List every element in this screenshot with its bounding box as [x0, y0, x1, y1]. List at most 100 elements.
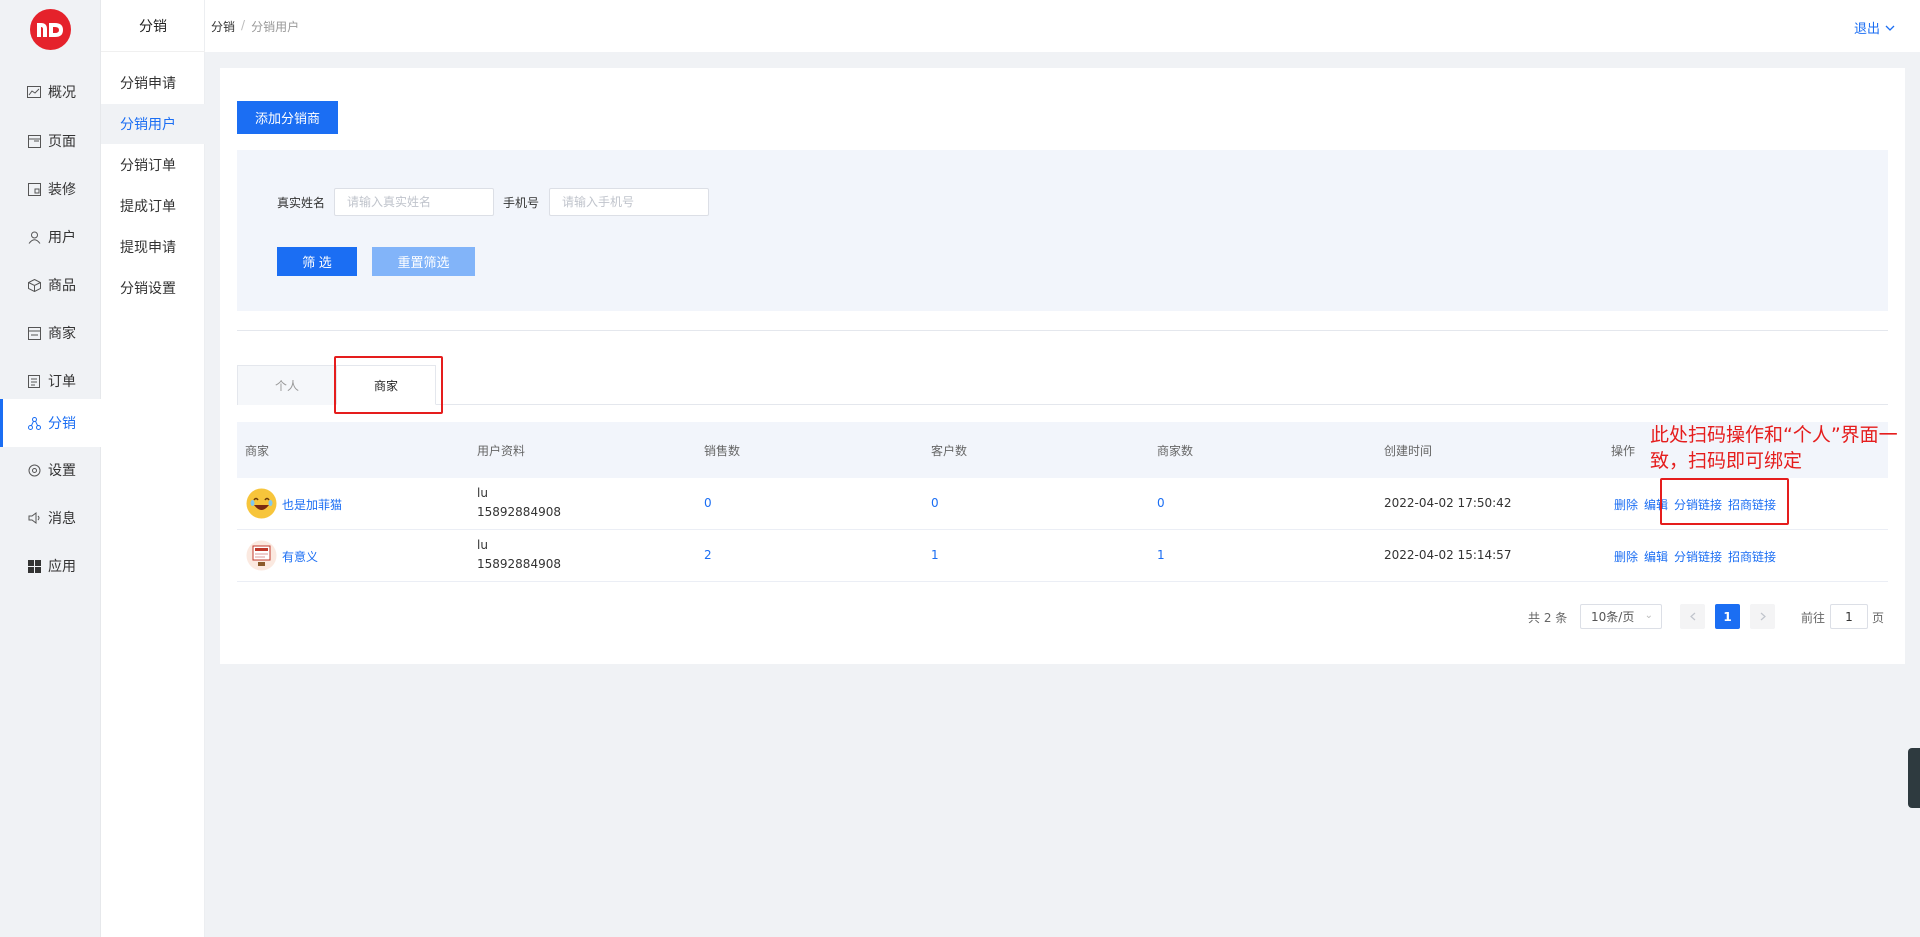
- order-icon: [26, 373, 42, 389]
- merchant-avatar: [246, 540, 277, 571]
- box-icon: [26, 277, 42, 293]
- logout-dropdown[interactable]: 退出: [1854, 18, 1895, 37]
- column-header: 操作: [1611, 444, 1636, 458]
- nav-item-label: 设置: [48, 463, 76, 479]
- breadcrumb-item[interactable]: 分销: [211, 18, 235, 35]
- delete-link[interactable]: 删除: [1614, 496, 1638, 513]
- chevron-down-icon: [1885, 20, 1895, 35]
- sales-count-link[interactable]: 0: [704, 496, 712, 510]
- user-phone: 15892884908: [477, 505, 561, 519]
- filter-button[interactable]: 筛 选: [277, 247, 357, 276]
- nav-item-label: 用户: [48, 230, 76, 246]
- line-chart-icon: [26, 84, 42, 100]
- column-header: 客户数: [931, 444, 968, 458]
- nav-item-label: 商家: [48, 326, 76, 342]
- table-row: 也是加菲猫 lu 15892884908 0 0 0 2022-04-02 17…: [237, 478, 1888, 530]
- delete-link[interactable]: 删除: [1614, 548, 1638, 565]
- user-name: lu: [477, 486, 488, 500]
- column-header: 创建时间: [1384, 444, 1433, 458]
- customer-count-link[interactable]: 1: [931, 548, 939, 562]
- phone-label: 手机号: [503, 196, 540, 210]
- annotation-highlight-link-actions: [1660, 478, 1789, 525]
- nav-item-apps[interactable]: 应用: [0, 542, 101, 590]
- sub-menu-title: 分销: [101, 0, 205, 52]
- nav-item-orders[interactable]: 订单: [0, 357, 101, 405]
- tab-personal[interactable]: 个人: [237, 365, 337, 405]
- nav-item-label: 页面: [48, 134, 76, 150]
- sub-item-distribution-orders[interactable]: 分销订单: [101, 145, 205, 185]
- goto-page-input[interactable]: [1830, 604, 1868, 629]
- page-size-value: 10条/页: [1591, 610, 1635, 624]
- message-icon: [26, 510, 42, 526]
- table-header: 商家 用户资料 销售数 客户数 商家数 创建时间 操作: [237, 422, 1888, 478]
- next-page-button[interactable]: [1750, 604, 1775, 629]
- nav-item-users[interactable]: 用户: [0, 213, 101, 261]
- nav-item-messages[interactable]: 消息: [0, 494, 101, 542]
- sub-item-distribution-users[interactable]: 分销用户: [101, 104, 205, 144]
- created-time: 2022-04-02 15:14:57: [1384, 548, 1512, 562]
- page-icon: [26, 133, 42, 149]
- real-name-label: 真实姓名: [277, 196, 326, 210]
- nav-item-distribution[interactable]: 分销: [0, 399, 101, 447]
- column-header: 用户资料: [477, 444, 526, 458]
- nav-item-label: 订单: [48, 374, 76, 390]
- merchant-count-link[interactable]: 0: [1157, 496, 1165, 510]
- sub-menu: 分销 分销申请 分销用户 分销订单 提成订单 提现申请 分销设置: [101, 0, 205, 937]
- user-icon: [26, 229, 42, 245]
- top-header: 分销 / 分销用户 退出: [205, 0, 1920, 52]
- breadcrumb-current: 分销用户: [251, 20, 300, 34]
- column-header: 销售数: [704, 444, 741, 458]
- logo-mark-icon: [36, 22, 63, 37]
- user-name: lu: [477, 538, 488, 552]
- page-size-select[interactable]: 10条/页 ⌄: [1580, 604, 1662, 629]
- merchant-name-link[interactable]: 有意义: [282, 548, 318, 565]
- breadcrumb-separator: /: [241, 18, 246, 32]
- distribution-link-button[interactable]: 分销链接: [1674, 548, 1722, 565]
- decorate-icon: [26, 181, 42, 197]
- nav-item-pages[interactable]: 页面: [0, 117, 101, 165]
- nav-item-decorate[interactable]: 装修: [0, 165, 101, 213]
- created-time: 2022-04-02 17:50:42: [1384, 496, 1512, 510]
- content-panel: 添加分销商 真实姓名 手机号 筛 选 重置筛选 个人 商家 商家 用户资料 销售…: [220, 68, 1905, 664]
- column-header: 商家数: [1157, 444, 1194, 458]
- filter-form: 真实姓名 手机号 筛 选 重置筛选: [237, 150, 1888, 311]
- pagination-total: 共 2 条: [1528, 611, 1568, 625]
- nav-item-label: 应用: [48, 559, 76, 575]
- sub-item-distribution-settings[interactable]: 分销设置: [101, 268, 205, 308]
- sub-item-withdraw-apply[interactable]: 提现申请: [101, 227, 205, 267]
- nav-item-settings[interactable]: 设置: [0, 446, 101, 494]
- divider: [237, 330, 1888, 331]
- logout-label: 退出: [1853, 22, 1880, 37]
- nav-item-merchants[interactable]: 商家: [0, 309, 101, 357]
- sub-item-distribution-apply[interactable]: 分销申请: [101, 63, 205, 103]
- chevron-left-icon: [1689, 610, 1696, 624]
- invite-merchant-link-button[interactable]: 招商链接: [1728, 548, 1776, 565]
- merchant-count-link[interactable]: 1: [1157, 548, 1165, 562]
- nav-item-label: 商品: [48, 278, 76, 294]
- main-nav-rail: 概况 页面 装修 用户 商品 商家 订单 分销 设置 消息 应用: [0, 0, 101, 937]
- sub-item-commission-orders[interactable]: 提成订单: [101, 186, 205, 226]
- nav-item-overview[interactable]: 概况: [0, 68, 101, 116]
- user-phone: 15892884908: [477, 557, 561, 571]
- phone-input[interactable]: [549, 188, 709, 216]
- nav-item-products[interactable]: 商品: [0, 261, 101, 309]
- apps-icon: [26, 558, 42, 574]
- annotation-highlight-merchant-tab: [334, 356, 443, 414]
- add-distributor-button[interactable]: 添加分销商: [237, 101, 338, 134]
- annotation-note: 此处扫码操作和“个人”界面一致，扫码即可绑定: [1650, 424, 1898, 472]
- floating-side-widget[interactable]: [1908, 748, 1920, 808]
- edit-link[interactable]: 编辑: [1644, 548, 1668, 565]
- nav-item-label: 概况: [48, 85, 76, 101]
- app-logo[interactable]: [30, 9, 71, 50]
- real-name-input[interactable]: [334, 188, 494, 216]
- customer-count-link[interactable]: 0: [931, 496, 939, 510]
- nav-item-label: 装修: [48, 182, 76, 198]
- column-header: 商家: [245, 444, 270, 458]
- chevron-right-icon: [1760, 610, 1766, 624]
- page-number-current[interactable]: 1: [1715, 604, 1740, 629]
- merchant-name-link[interactable]: 也是加菲猫: [282, 496, 342, 513]
- sales-count-link[interactable]: 2: [704, 548, 712, 562]
- store-icon: [26, 325, 42, 341]
- reset-filter-button[interactable]: 重置筛选: [372, 247, 475, 276]
- prev-page-button[interactable]: [1680, 604, 1705, 629]
